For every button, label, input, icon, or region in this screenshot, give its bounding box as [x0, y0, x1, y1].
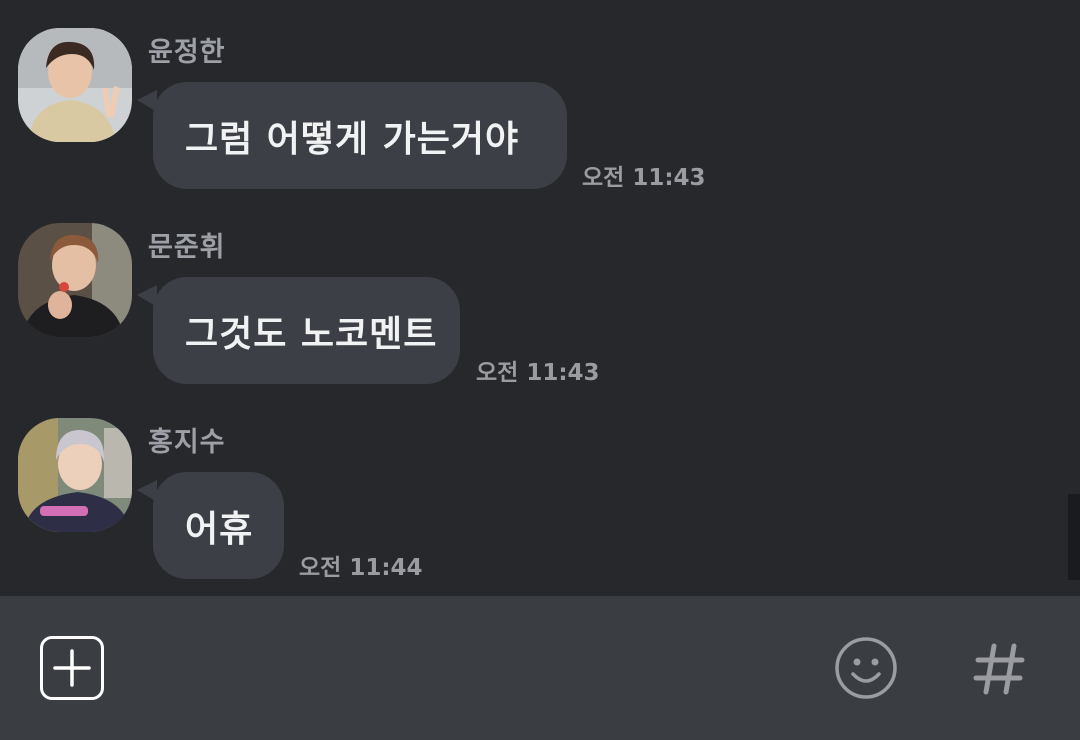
message-row: 홍지수 어휴 오전 11:44: [0, 418, 1060, 588]
sender-name: 윤정한: [148, 37, 226, 68]
message-text: 그것도 노코멘트: [185, 313, 438, 355]
message-bubble[interactable]: 어휴: [137, 472, 284, 579]
message-text: 그럼 어떻게 가는거야: [185, 118, 520, 160]
profile-photo-icon[interactable]: [18, 223, 132, 337]
message-list[interactable]: 윤정한 그럼 어떻게 가는거야 오전 11:43 문준휘 그것도 노코멘트 오전…: [0, 0, 1080, 596]
scrollbar-thumb[interactable]: [1068, 494, 1080, 580]
bubble-tail: [137, 90, 157, 112]
plus-icon[interactable]: [40, 636, 104, 700]
message-row: 윤정한 그럼 어떻게 가는거야 오전 11:43: [0, 28, 1060, 198]
sender-name: 문준휘: [148, 232, 226, 263]
message-row: 문준휘 그것도 노코멘트 오전 11:43: [0, 223, 1060, 393]
message-timestamp: 오전 11:43: [476, 360, 600, 386]
message-bubble[interactable]: 그럼 어떻게 가는거야: [137, 82, 567, 189]
sender-name: 홍지수: [148, 427, 226, 458]
hash-icon[interactable]: [966, 634, 1034, 702]
bubble-tail: [137, 480, 157, 502]
chat-screen: 윤정한 그럼 어떻게 가는거야 오전 11:43 문준휘 그것도 노코멘트 오전…: [0, 0, 1080, 740]
message-timestamp: 오전 11:44: [299, 555, 423, 581]
message-timestamp: 오전 11:43: [582, 165, 706, 191]
message-text: 어휴: [185, 508, 254, 550]
bubble-tail: [137, 285, 157, 307]
profile-photo-icon[interactable]: [18, 28, 132, 142]
message-bubble[interactable]: 그것도 노코멘트: [137, 277, 460, 384]
profile-photo-icon[interactable]: [18, 418, 132, 532]
input-bar: [0, 596, 1080, 740]
smiley-icon[interactable]: [834, 636, 898, 700]
